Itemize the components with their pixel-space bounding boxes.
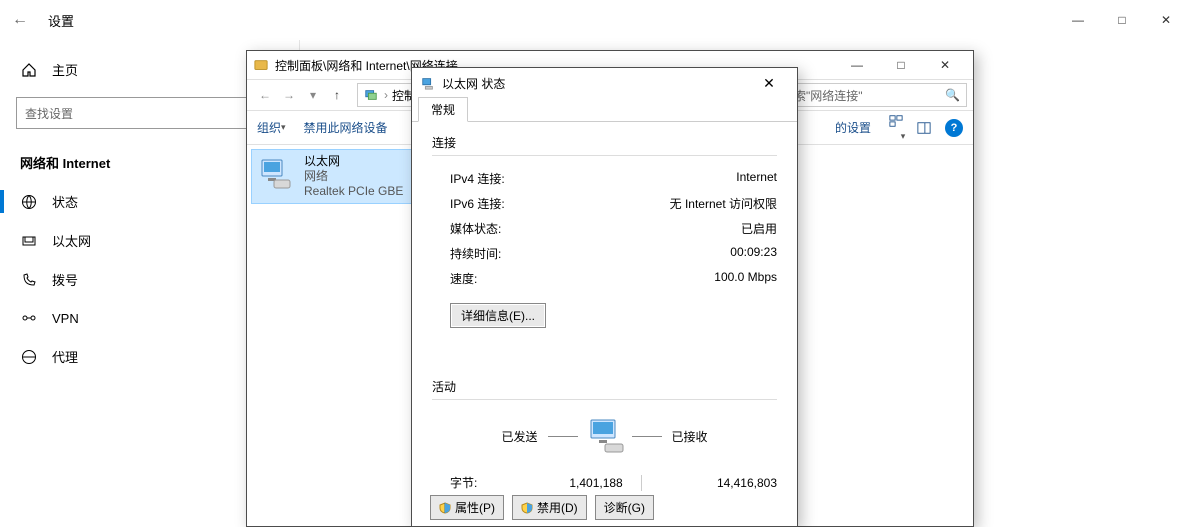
sidebar-item-label: 状态 (52, 192, 78, 211)
phone-icon (20, 271, 38, 289)
bytes-sent-value: 1,401,188 (523, 476, 623, 490)
adapter-icon (256, 154, 296, 194)
network-icon (362, 86, 380, 104)
tab-general[interactable]: 常规 (418, 97, 468, 122)
adapter-device: Realtek PCIe GBE (304, 184, 403, 199)
properties-button-label: 属性(P) (455, 499, 495, 516)
activity-computer-icon (578, 416, 632, 456)
diagnose-button[interactable]: 诊断(G) (595, 495, 654, 520)
ethernet-status-icon (420, 75, 436, 91)
speed-value: 100.0 Mbps (714, 270, 777, 287)
cp-search-hint: 索"网络连接" (794, 87, 863, 104)
received-label: 已接收 (662, 428, 762, 445)
adapter-name: 以太网 (304, 154, 403, 169)
close-button[interactable]: ✕ (1144, 5, 1188, 35)
sidebar-item-label: 拨号 (52, 270, 78, 289)
nav-history-button[interactable]: ▾ (301, 88, 325, 102)
back-button[interactable]: ← (12, 11, 36, 29)
cp-minimize-button[interactable]: — (835, 54, 879, 76)
cp-close-button[interactable]: ✕ (923, 54, 967, 76)
diagnose-button-label: 诊断(G) (604, 499, 645, 516)
shield-icon (521, 502, 533, 514)
maximize-button[interactable]: □ (1100, 5, 1144, 35)
media-value: 已启用 (741, 220, 777, 237)
nav-forward-button[interactable]: → (277, 88, 301, 102)
sidebar-item-label: VPN (52, 311, 79, 326)
settings-title: 设置 (48, 11, 74, 30)
speed-label: 速度: (450, 270, 477, 287)
ipv6-label: IPv6 连接: (450, 195, 505, 212)
help-button[interactable]: ? (945, 119, 963, 137)
search-icon: 🔍 (945, 88, 960, 102)
status-titlebar: 以太网 状态 ✕ (412, 68, 797, 98)
tabbar: 常规 (412, 98, 797, 122)
globe-icon (20, 193, 38, 211)
sidebar-item-label: 代理 (52, 347, 78, 366)
network-folder-icon (253, 57, 269, 73)
disable-button[interactable]: 禁用(D) (512, 495, 587, 520)
adapter-status: 网络 (304, 169, 403, 184)
status-button-row: 属性(P) 禁用(D) 诊断(G) (412, 495, 797, 520)
ipv6-value: 无 Internet 访问权限 (670, 195, 777, 212)
preview-pane-button[interactable] (917, 121, 945, 135)
shield-icon (439, 502, 451, 514)
status-close-button[interactable]: ✕ (749, 75, 789, 92)
cp-search-input[interactable]: 索"网络连接" 🔍 (787, 83, 967, 107)
ethernet-icon (20, 232, 38, 250)
home-icon (20, 61, 38, 79)
details-button[interactable]: 详细信息(E)... (450, 303, 546, 328)
bytes-recv-value: 14,416,803 (677, 476, 777, 490)
view-button[interactable] (889, 114, 917, 142)
proxy-icon (20, 348, 38, 366)
connection-group-label: 连接 (432, 134, 777, 151)
nav-back-button[interactable]: ← (253, 88, 277, 102)
ipv4-value: Internet (736, 170, 777, 187)
search-input[interactable]: 查找设置 🔍 (16, 97, 283, 129)
cp-maximize-button[interactable]: □ (879, 54, 923, 76)
connection-settings-label: 的设置 (835, 119, 871, 136)
duration-value: 00:09:23 (730, 245, 777, 262)
ipv4-label: IPv4 连接: (450, 170, 505, 187)
minimize-button[interactable]: — (1056, 5, 1100, 35)
status-body: 连接 IPv4 连接: Internet IPv6 连接: 无 Internet 访… (412, 122, 797, 503)
ethernet-status-dialog: 以太网 状态 ✕ 常规 连接 IPv4 连接: Internet IPv6 连接:… (411, 67, 798, 527)
nav-up-button[interactable]: ↑ (325, 88, 349, 102)
sent-label: 已发送 (448, 428, 548, 445)
home-label: 主页 (52, 60, 78, 79)
activity-group-label: 活动 (432, 378, 777, 395)
settings-header: ← 设置 — □ ✕ (0, 0, 1200, 40)
disable-button-label: 禁用(D) (537, 499, 578, 516)
media-label: 媒体状态: (450, 220, 501, 237)
search-placeholder: 查找设置 (25, 105, 73, 122)
properties-button[interactable]: 属性(P) (430, 495, 504, 520)
vpn-icon (20, 309, 38, 327)
disable-device-button[interactable]: 禁用此网络设备 (304, 119, 388, 136)
status-title: 以太网 状态 (442, 75, 505, 92)
organize-button[interactable]: 组织 (257, 119, 286, 136)
sidebar-item-label: 以太网 (52, 231, 91, 250)
bytes-label: 字节: (450, 474, 523, 491)
duration-label: 持续时间: (450, 245, 501, 262)
